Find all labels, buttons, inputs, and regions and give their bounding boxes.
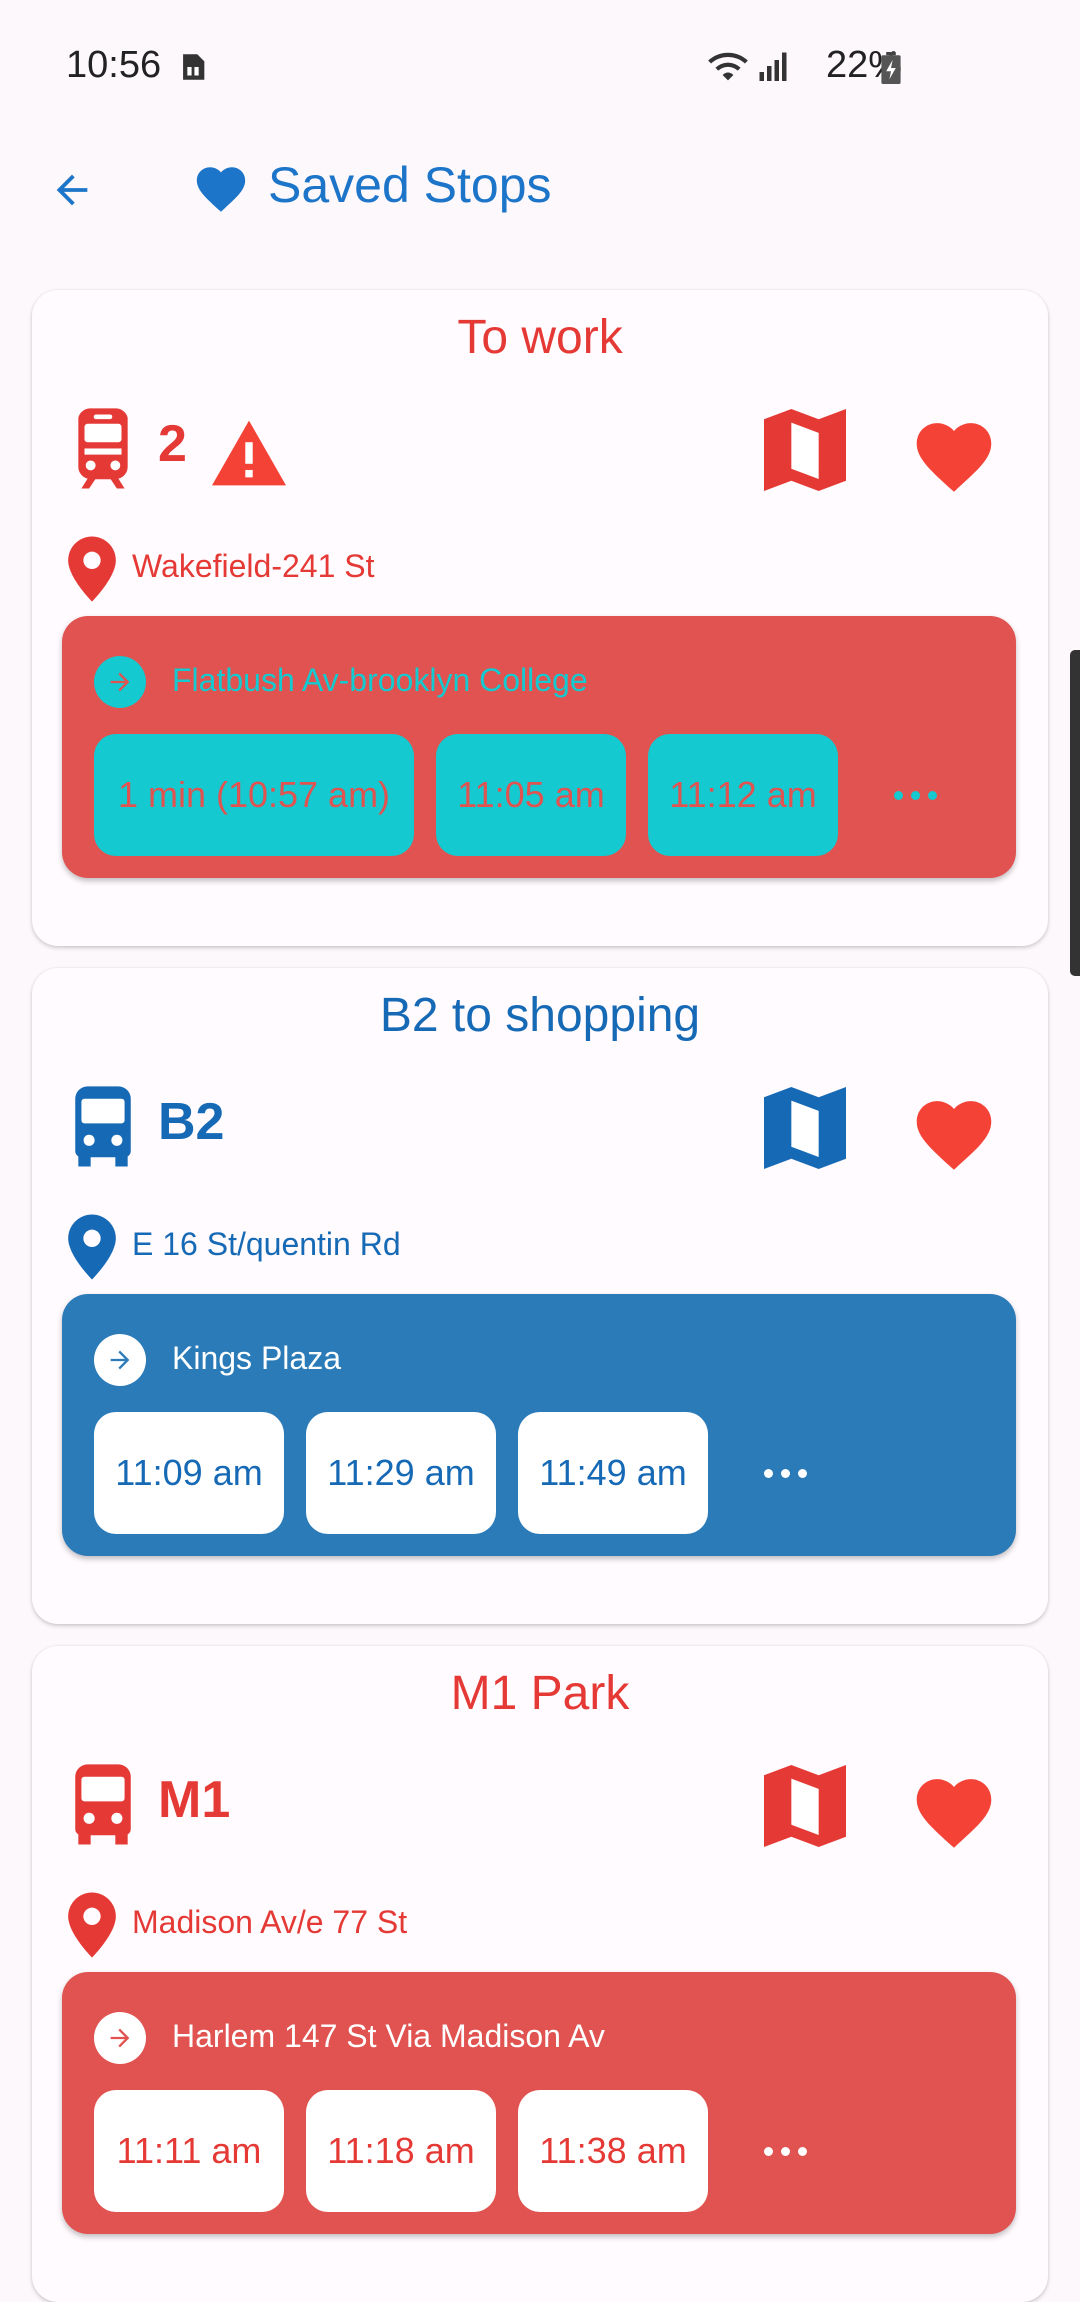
favorite-heart-icon[interactable] [908, 1768, 1000, 1850]
location-pin-icon [68, 1214, 116, 1280]
time-chip[interactable]: 11:09 am [94, 1412, 284, 1534]
direction-name: Harlem 147 St Via Madison Av [172, 2018, 605, 2054]
arrow-right-circle-icon [94, 656, 146, 708]
card-title: M1 Park [450, 1667, 630, 1720]
sim-card-icon [183, 54, 205, 80]
app-bar: Saved Stops [0, 130, 1080, 250]
arrival-times: 11:09 am 11:29 am 11:49 am [94, 1412, 840, 1534]
more-times-button[interactable] [860, 734, 970, 856]
direction-box: Harlem 147 St Via Madison Av 11:11 am 11… [62, 1972, 1016, 2234]
arrival-times: 1 min (10:57 am) 11:05 am 11:12 am [94, 734, 970, 856]
map-icon[interactable] [764, 1764, 846, 1848]
time-chip[interactable]: 11:49 am [518, 1412, 708, 1534]
heart-icon [196, 167, 246, 212]
route-label: M1 [158, 1771, 231, 1829]
card-title: B2 to shopping [379, 989, 701, 1042]
favorite-heart-icon[interactable] [908, 412, 1000, 494]
direction-name: Flatbush Av-brooklyn College [172, 662, 588, 698]
status-time: 10:56 [66, 44, 162, 86]
back-arrow-icon [56, 174, 88, 206]
route-label: 2 [158, 415, 187, 473]
train-icon [78, 408, 128, 489]
time-chip[interactable]: 11:38 am [518, 2090, 708, 2212]
time-chip[interactable]: 11:11 am [94, 2090, 284, 2212]
time-chip[interactable]: 11:29 am [306, 1412, 496, 1534]
page-title: Saved Stops [268, 157, 552, 213]
wifi-icon [708, 52, 748, 81]
location-pin-icon [68, 536, 116, 602]
more-times-button[interactable] [730, 1412, 840, 1534]
map-icon[interactable] [764, 1086, 846, 1170]
direction-box: Kings Plaza 11:09 am 11:29 am 11:49 am [62, 1294, 1016, 1556]
time-chip[interactable]: 11:05 am [436, 734, 626, 856]
direction-name: Kings Plaza [172, 1340, 341, 1376]
status-bar: 10:56 22% [0, 0, 1080, 130]
time-chip[interactable]: 11:12 am [648, 734, 838, 856]
location-pin-icon [68, 1892, 116, 1958]
battery-charging-icon [881, 52, 901, 84]
stop-name: Wakefield-241 St [132, 548, 375, 584]
card-title: To work [457, 311, 623, 364]
stop-name: Madison Av/e 77 St [132, 1904, 408, 1940]
more-times-button[interactable] [730, 2090, 840, 2212]
saved-stop-card[interactable]: B2 to shopping B2 E 16 St/quentin Rd Kin… [32, 968, 1048, 1624]
scroll-indicator[interactable] [1070, 650, 1080, 976]
time-chip[interactable]: 11:18 am [306, 2090, 496, 2212]
arrow-right-circle-icon [94, 2012, 146, 2064]
favorite-heart-icon[interactable] [908, 1090, 1000, 1172]
arrival-times: 11:11 am 11:18 am 11:38 am [94, 2090, 840, 2212]
map-icon[interactable] [764, 408, 846, 492]
bus-icon [75, 1764, 131, 1845]
signal-icon [759, 52, 787, 81]
stop-name: E 16 St/quentin Rd [132, 1226, 401, 1262]
bus-icon [75, 1086, 131, 1167]
back-button[interactable] [42, 160, 102, 220]
saved-stop-card[interactable]: To work 2 Wakefield-241 St Flatbush Av-b… [32, 290, 1048, 946]
alert-icon[interactable] [212, 420, 286, 486]
direction-box: Flatbush Av-brooklyn College 1 min (10:5… [62, 616, 1016, 878]
arrow-right-circle-icon [94, 1334, 146, 1386]
route-label: B2 [158, 1093, 225, 1151]
saved-stop-card[interactable]: M1 Park M1 Madison Av/e 77 St Harlem 147… [32, 1646, 1048, 2302]
time-chip[interactable]: 1 min (10:57 am) [94, 734, 414, 856]
